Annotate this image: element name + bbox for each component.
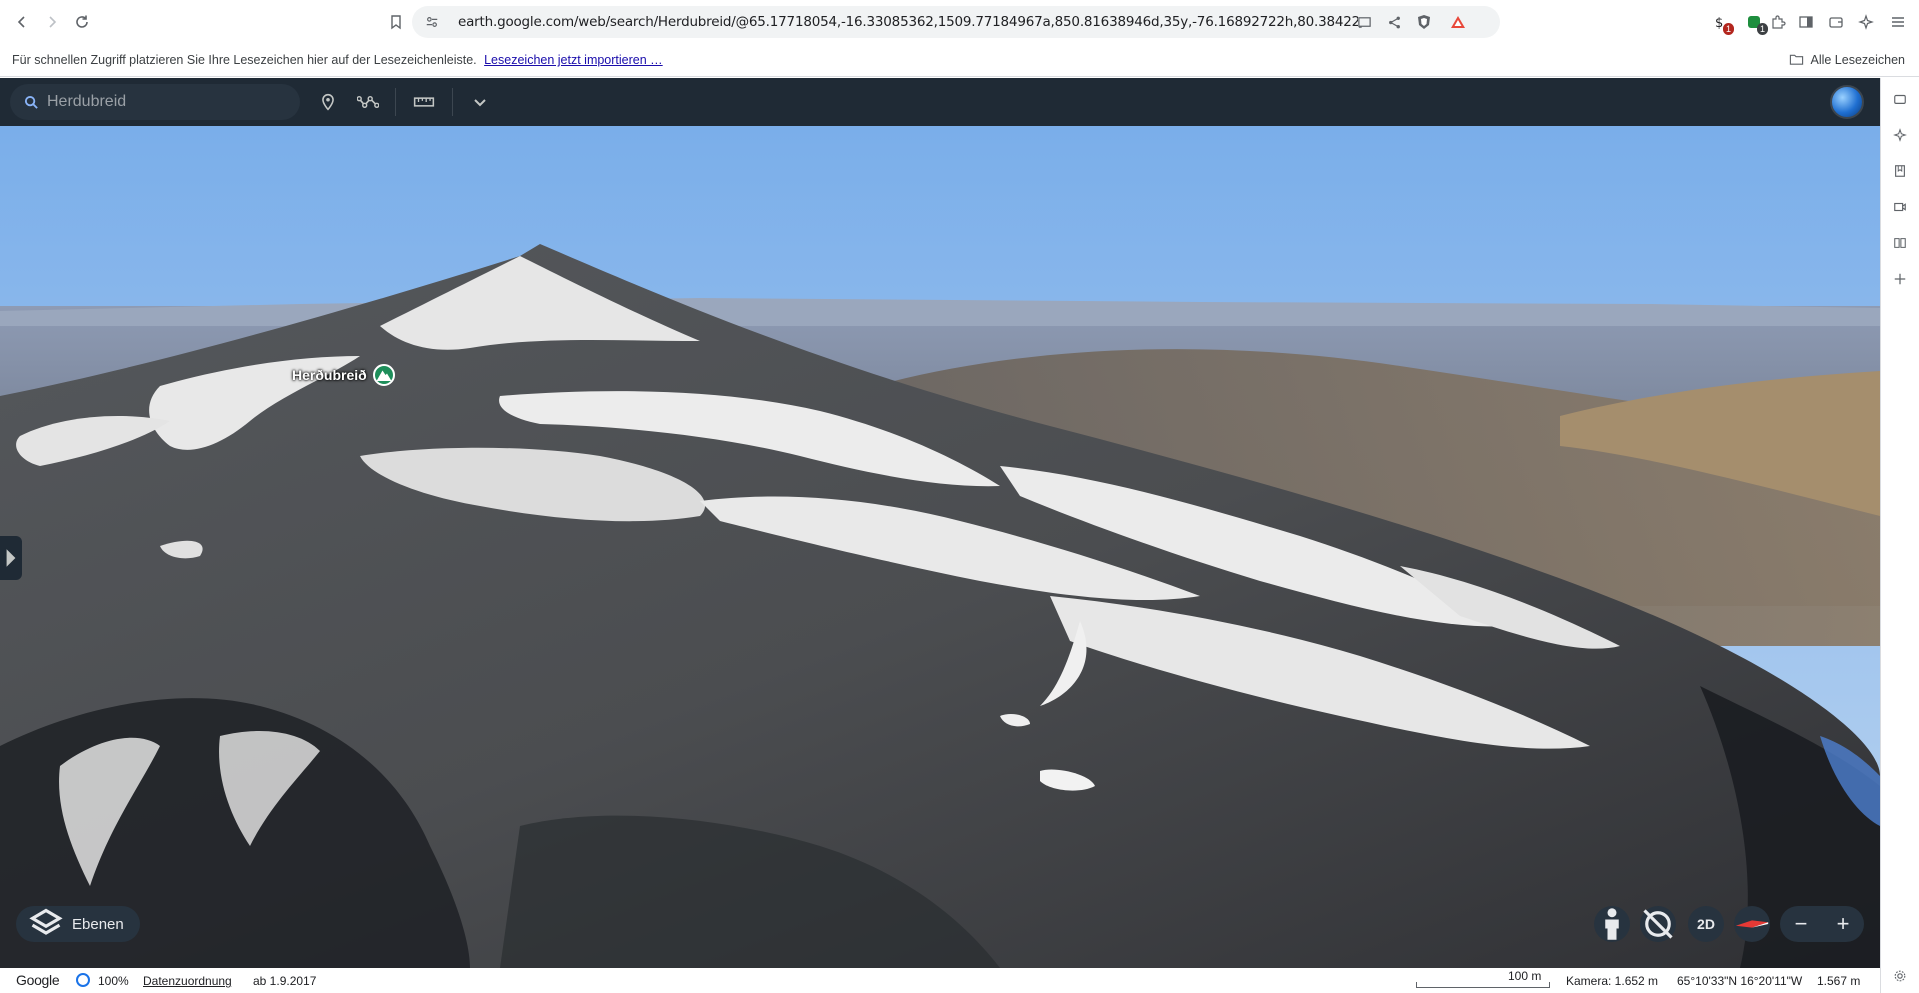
share-icon[interactable] [1384,12,1404,32]
panel-expand-button[interactable] [0,536,22,580]
forward-icon[interactable] [38,8,66,36]
account-avatar[interactable] [1830,85,1864,119]
pegman-button[interactable] [1594,906,1630,942]
layers-label: Ebenen [72,915,124,933]
compass-needle-icon [1735,920,1769,928]
leo-ai-icon[interactable] [1856,12,1876,32]
scale-label: 100 m [1508,969,1542,983]
browser-side-panel [1880,78,1919,993]
brave-shield-icon[interactable] [1414,12,1434,32]
compass-button[interactable] [1734,906,1770,942]
extension-1-icon[interactable]: $ 1 [1710,12,1734,35]
bookmarks-panel-icon[interactable] [1891,162,1909,180]
earth-status-bar: Google 100% Datenzuordnung ab 1.9.2017 1… [0,968,1880,993]
add-panel-icon[interactable] [1891,270,1909,288]
measure-ruler-icon[interactable] [412,90,436,114]
bookmarks-prompt-text: Für schnellen Zugriff platzieren Sie Ihr… [12,53,477,67]
bookmarks-bar: Für schnellen Zugriff platzieren Sie Ihr… [0,44,1919,77]
place-label-text: Herðubreið [292,367,367,383]
back-icon[interactable] [8,8,36,36]
extension-1-badge: 1 [1722,23,1734,35]
scale-bar [1416,982,1550,988]
media-panel-icon[interactable] [1891,198,1909,216]
brave-rewards-icon[interactable] [1448,12,1468,32]
extension-2-icon[interactable]: 1 [1744,12,1768,35]
layers-button[interactable]: Ebenen [16,906,140,942]
compass-off-icon [1643,909,1673,939]
address-bar[interactable]: earth.google.com/web/search/Herdubreid/@… [412,6,1500,38]
toolbar-divider-2 [452,88,453,116]
extensions-puzzle-icon[interactable] [1768,12,1788,32]
url-text[interactable]: earth.google.com/web/search/Herdubreid/@… [458,14,1358,30]
leo-panel-icon[interactable] [1891,126,1909,144]
terrain-rendering [0,126,1880,968]
coordinates: 65°10'33"N 16°20'11"W [1677,974,1803,988]
all-bookmarks-label: Alle Lesezeichen [1810,52,1905,67]
mountain-pin-icon [372,364,395,386]
camera-altitude: Kamera: 1.652 m [1566,974,1659,988]
menu-icon[interactable] [1888,12,1908,32]
zoom-in-button[interactable]: + [1822,906,1864,942]
loading-indicator-icon [76,973,90,987]
browser-toolbar: earth.google.com/web/search/Herdubreid/@… [0,0,1919,44]
search-box[interactable] [10,84,300,120]
draw-path-icon[interactable] [356,90,380,114]
google-logo: Google [16,972,60,988]
google-earth-app: Herðubreið Ebenen 2D − + Google [0,78,1880,993]
earth-toolbar [0,78,1880,126]
sidebar-toggle-icon[interactable] [1796,12,1816,32]
attribution-link[interactable]: Datenzuordnung [143,974,232,988]
imagery-date: ab 1.9.2017 [253,974,317,988]
settings-gear-icon[interactable] [1891,967,1909,985]
extension-2-badge: 1 [1756,23,1768,35]
add-placemark-icon[interactable] [316,90,340,114]
wallet-panel-icon[interactable] [1891,90,1909,108]
all-bookmarks-button[interactable]: Alle Lesezeichen [1789,52,1905,67]
cast-icon[interactable] [1354,12,1374,32]
search-input[interactable] [47,93,267,111]
place-marker[interactable]: Herðubreið [292,364,395,386]
folder-icon [1790,54,1804,65]
zoom-out-button[interactable]: − [1780,906,1822,942]
earth-3d-view[interactable]: Herðubreið Ebenen 2D − + [0,126,1880,968]
chevron-right-icon [6,549,16,567]
load-percent: 100% [98,974,129,988]
pegman-icon [1605,908,1619,940]
zoom-controls: − + [1780,906,1864,942]
reset-tilt-button[interactable] [1640,906,1676,942]
reading-list-icon[interactable] [1891,234,1909,252]
site-settings-icon[interactable] [422,12,442,32]
wallet-icon[interactable] [1826,12,1846,32]
view-2d-button[interactable]: 2D [1688,906,1724,942]
reload-icon[interactable] [68,8,96,36]
chevron-down-icon[interactable] [468,90,492,114]
import-bookmarks-link[interactable]: Lesezeichen jetzt importieren … [484,53,663,67]
bookmark-icon[interactable] [382,8,410,36]
layers-icon [29,908,63,935]
toolbar-divider [395,88,396,116]
bookmarks-prompt: Für schnellen Zugriff platzieren Sie Ihr… [12,53,663,67]
search-icon [24,95,39,110]
ground-elevation: 1.567 m [1817,974,1861,988]
